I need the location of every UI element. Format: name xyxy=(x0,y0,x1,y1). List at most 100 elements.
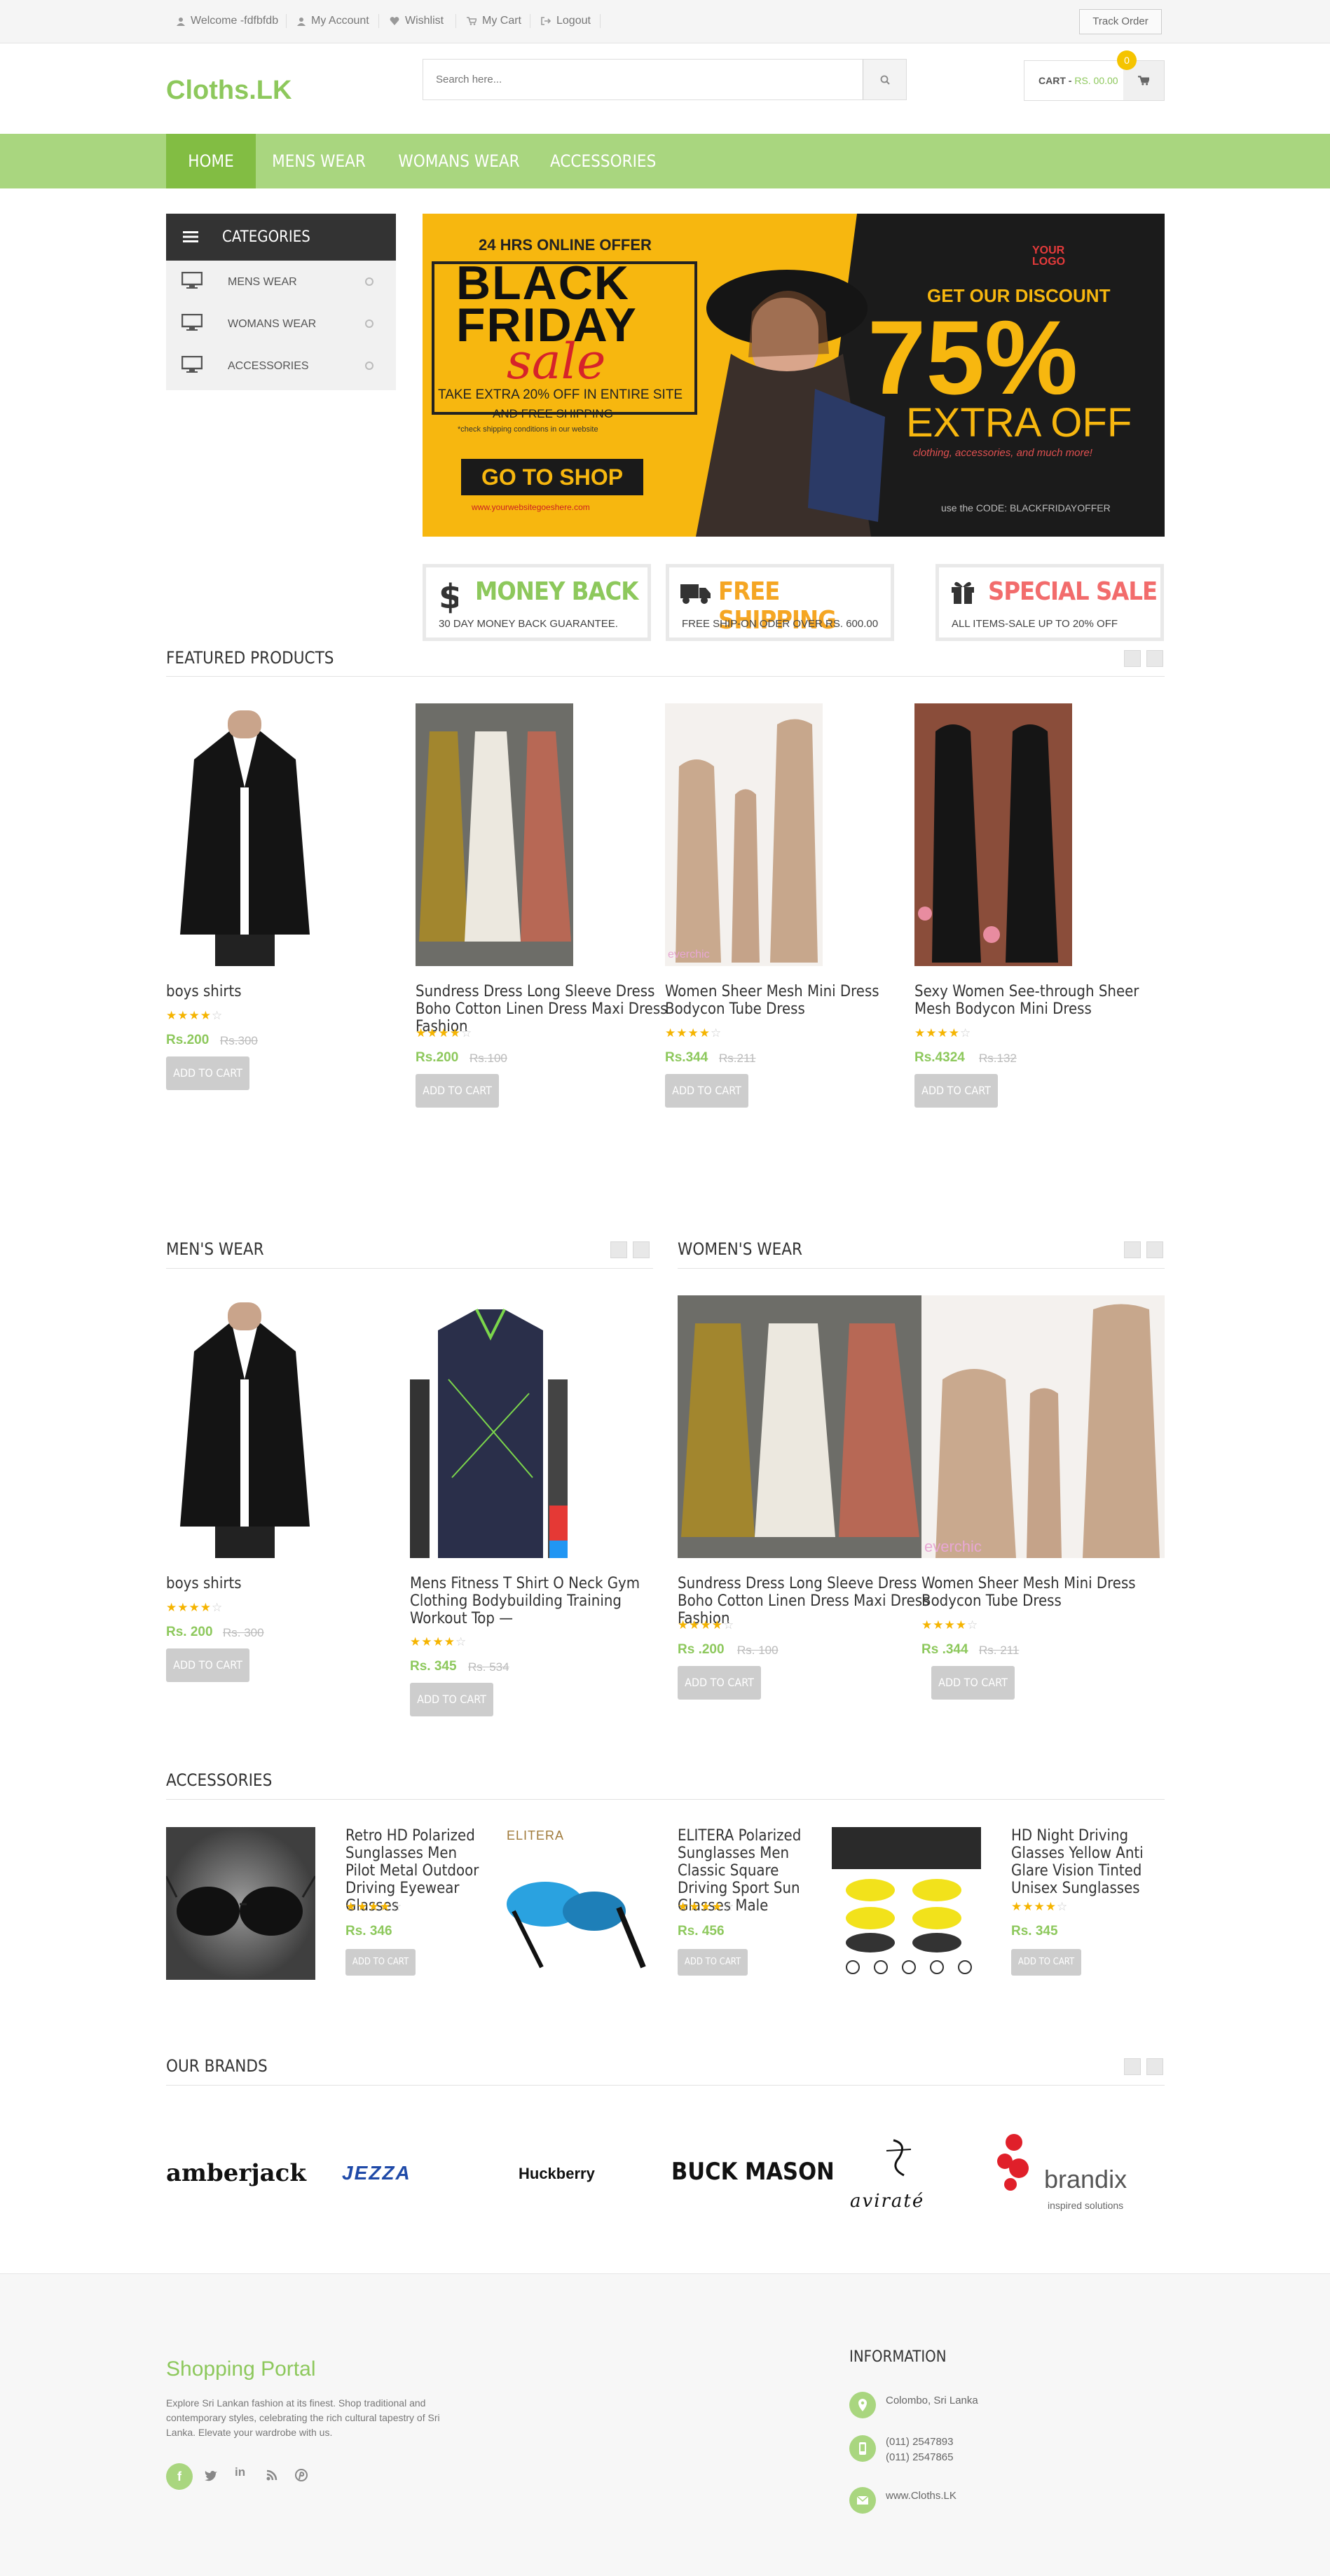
product-price: Rs.200 xyxy=(416,1050,459,1065)
product-name[interactable]: Women Sheer Mesh Mini Dress Bodycon Tube… xyxy=(665,983,917,1018)
footer-about: Explore Sri Lankan fashion at its finest… xyxy=(166,2397,440,2438)
product-image[interactable] xyxy=(166,1827,315,1980)
accessories-title: ACCESSORIES xyxy=(166,1770,273,1790)
feature-money-back: $ MONEY BACK 30 DAY MONEY BACK GUARANTEE… xyxy=(423,564,651,641)
add-to-cart-button[interactable]: ADD TO CART xyxy=(931,1666,1015,1700)
search-button[interactable] xyxy=(863,60,906,99)
main-nav: HOME MENS WEAR WOMANS WEAR ACCESSORIES xyxy=(0,134,1330,188)
add-to-cart-button[interactable]: ADD TO CART xyxy=(678,1949,748,1976)
add-to-cart-button[interactable]: ADD TO CART xyxy=(410,1683,493,1716)
search-input[interactable] xyxy=(423,60,863,99)
product-name[interactable]: boys shirts xyxy=(166,983,404,1000)
nav-womans-wear[interactable]: WOMANS WEAR xyxy=(392,134,526,188)
footer-phone-2: (011) 2547865 xyxy=(886,2451,954,2463)
prev-arrow[interactable] xyxy=(1124,2058,1141,2075)
next-arrow[interactable] xyxy=(1146,650,1163,667)
twitter-icon[interactable] xyxy=(205,2470,217,2481)
product-image[interactable]: everchic xyxy=(921,1295,1165,1558)
logout-link[interactable]: Logout xyxy=(541,15,591,27)
nav-accessories[interactable]: ACCESSORIES xyxy=(550,134,656,188)
wishlist-link[interactable]: Wishlist xyxy=(390,15,444,27)
category-item-accessories[interactable]: ACCESSORIES xyxy=(166,345,396,387)
product-old-price: Rs.300 xyxy=(220,1034,258,1047)
product-image[interactable] xyxy=(166,703,324,966)
brand-amberjack[interactable]: amberjack xyxy=(166,2159,306,2187)
brand-huckberry[interactable]: Huckberry xyxy=(519,2165,595,2183)
brand-jezza[interactable]: JEZZA xyxy=(342,2162,411,2184)
product-name[interactable]: HD Night Driving Glasses Yellow Anti Gla… xyxy=(1011,1827,1165,1897)
go-to-shop-button[interactable]: GO TO SHOP xyxy=(461,459,643,495)
category-item-womans-wear[interactable]: WOMANS WEAR xyxy=(166,303,396,345)
brand-buck-mason[interactable]: BUCK MASON xyxy=(671,2158,835,2186)
user-icon xyxy=(297,17,306,26)
my-account-link[interactable]: My Account xyxy=(297,15,369,27)
logout-icon xyxy=(541,17,551,25)
rss-icon[interactable] xyxy=(266,2470,277,2481)
banner-items-line: clothing, accessories, and much more! xyxy=(913,447,1092,459)
cart-widget[interactable]: CART - RS. 00.00 xyxy=(1024,60,1165,101)
product-old-price: Rs.100 xyxy=(469,1052,507,1065)
site-logo[interactable]: Cloths.LK xyxy=(166,76,292,106)
footer-website[interactable]: www.Cloths.LK xyxy=(886,2488,957,2503)
divider xyxy=(166,676,1165,677)
truck-icon xyxy=(680,584,711,604)
rating-stars: ★★★★☆ xyxy=(665,1026,722,1040)
divider xyxy=(166,1268,653,1269)
add-to-cart-button[interactable]: ADD TO CART xyxy=(678,1666,761,1700)
product-image[interactable] xyxy=(166,1295,324,1558)
add-to-cart-button[interactable]: ADD TO CART xyxy=(665,1074,748,1108)
menu-icon xyxy=(183,231,198,242)
product-name[interactable]: Sexy Women See-through Sheer Mesh Bodyco… xyxy=(914,983,1167,1018)
dollar-icon: $ xyxy=(439,577,458,614)
add-to-cart-button[interactable]: ADD TO CART xyxy=(416,1074,499,1108)
product-image[interactable] xyxy=(678,1295,921,1558)
my-cart-label: My Cart xyxy=(482,15,521,27)
product-name[interactable]: Mens Fitness T Shirt O Neck Gym Clothing… xyxy=(410,1575,641,1627)
add-to-cart-button[interactable]: ADD TO CART xyxy=(166,1056,249,1090)
rating-stars: ★★★★☆ xyxy=(678,1900,735,1913)
next-arrow[interactable] xyxy=(1146,1241,1163,1258)
add-to-cart-button[interactable]: ADD TO CART xyxy=(1011,1949,1081,1976)
product-image[interactable]: everchic xyxy=(665,703,823,966)
product-name[interactable]: Women Sheer Mesh Mini Dress Bodycon Tube… xyxy=(921,1575,1174,1610)
category-item-mens-wear[interactable]: MENS WEAR xyxy=(166,261,396,303)
brand-brandix[interactable]: brandix xyxy=(1044,2165,1127,2194)
feature-subtitle: FREE SHIP-ON ODER OVER RS. 600.00 xyxy=(682,618,879,630)
next-arrow[interactable] xyxy=(633,1241,650,1258)
womens-carousel-arrows xyxy=(1124,1241,1163,1258)
monitor-icon xyxy=(181,272,203,289)
brandix-mark-icon xyxy=(997,2134,1029,2191)
product-image[interactable] xyxy=(914,703,1072,966)
prev-arrow[interactable] xyxy=(610,1241,627,1258)
product-image[interactable] xyxy=(416,703,573,966)
prev-arrow[interactable] xyxy=(1124,650,1141,667)
pinterest-icon[interactable] xyxy=(295,2469,308,2481)
featured-carousel-arrows xyxy=(1124,650,1163,667)
welcome-link[interactable]: Welcome -fdfbfdb xyxy=(177,15,278,27)
add-to-cart-button[interactable]: ADD TO CART xyxy=(166,1648,249,1682)
add-to-cart-button[interactable]: ADD TO CART xyxy=(345,1949,416,1976)
my-cart-link[interactable]: My Cart xyxy=(467,15,521,27)
facebook-icon[interactable]: f xyxy=(166,2463,193,2490)
product-image[interactable]: ELITERA xyxy=(500,1827,649,1980)
product-price: Rs. 456 xyxy=(678,1924,725,1938)
watermark-text: everchic xyxy=(924,1538,982,1555)
brand-avirate[interactable]: aviraté xyxy=(850,2191,924,2212)
next-arrow[interactable] xyxy=(1146,2058,1163,2075)
product-price: Rs. 346 xyxy=(345,1924,392,1938)
add-to-cart-button[interactable]: ADD TO CART xyxy=(914,1074,998,1108)
product-image[interactable] xyxy=(832,1827,981,1980)
categories-header: CATEGORIES xyxy=(166,214,396,261)
track-order-button[interactable]: Track Order xyxy=(1079,9,1162,34)
nav-mens-wear[interactable]: MENS WEAR xyxy=(270,134,368,188)
black-friday-banner[interactable]: 24 HRS ONLINE OFFER BLACK FRIDAY sale TA… xyxy=(423,214,1165,537)
prev-arrow[interactable] xyxy=(1124,1241,1141,1258)
nav-home[interactable]: HOME xyxy=(166,134,256,188)
product-name[interactable]: boys shirts xyxy=(166,1575,390,1592)
rating-stars: ★★★★☆ xyxy=(410,1635,467,1648)
cart-label: CART - RS. 00.00 xyxy=(1038,75,1118,86)
product-image[interactable] xyxy=(410,1295,568,1558)
sundress-image xyxy=(416,703,573,966)
linkedin-icon[interactable]: in xyxy=(235,2465,245,2479)
product-price: Rs .200 xyxy=(678,1642,725,1657)
